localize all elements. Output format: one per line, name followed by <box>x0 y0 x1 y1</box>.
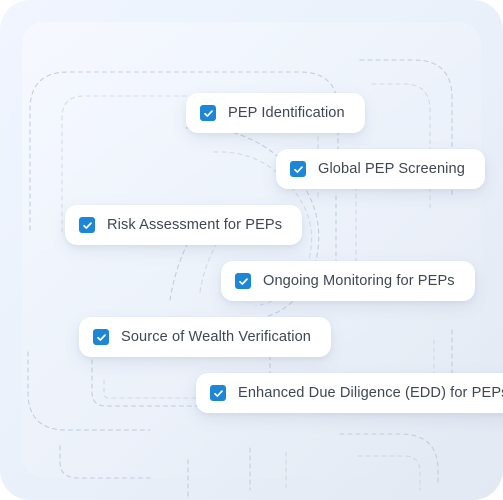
checkbox-checked-icon[interactable] <box>235 273 251 289</box>
dashed-maze-decoration <box>27 59 453 497</box>
checklist-item-label: Global PEP Screening <box>318 160 465 177</box>
screenshot-root: PEP Identification Global PEP Screening … <box>0 0 503 500</box>
checklist-item[interactable]: Global PEP Screening <box>276 149 485 189</box>
checklist-item-label: Source of Wealth Verification <box>121 328 312 345</box>
checklist-item[interactable]: Risk Assessment for PEPs <box>65 205 303 245</box>
checklist-item[interactable]: Ongoing Monitoring for PEPs <box>221 261 475 301</box>
checkbox-checked-icon[interactable] <box>200 105 216 121</box>
checklist-item-label: Ongoing Monitoring for PEPs <box>263 272 455 289</box>
checkbox-checked-icon[interactable] <box>93 329 109 345</box>
checkbox-checked-icon[interactable] <box>290 161 306 177</box>
checklist-item[interactable]: Source of Wealth Verification <box>79 317 332 357</box>
checklist-item-label: Risk Assessment for PEPs <box>107 216 283 233</box>
checklist-item[interactable]: PEP Identification <box>186 93 365 133</box>
checklist-item-label: Enhanced Due Diligence (EDD) for PEPs <box>238 384 503 401</box>
feature-panel: PEP Identification Global PEP Screening … <box>0 0 503 500</box>
checklist-item[interactable]: Enhanced Due Diligence (EDD) for PEPs <box>196 373 503 413</box>
checkbox-checked-icon[interactable] <box>210 385 226 401</box>
checkbox-checked-icon[interactable] <box>79 217 95 233</box>
checklist-item-label: PEP Identification <box>228 104 345 121</box>
